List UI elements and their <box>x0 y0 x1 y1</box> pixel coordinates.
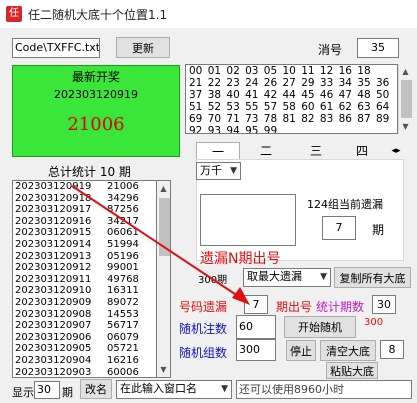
annotation-arrow <box>71 185 250 305</box>
annotation-arrow-line <box>71 185 245 301</box>
annotation-arrow-head <box>232 287 250 305</box>
